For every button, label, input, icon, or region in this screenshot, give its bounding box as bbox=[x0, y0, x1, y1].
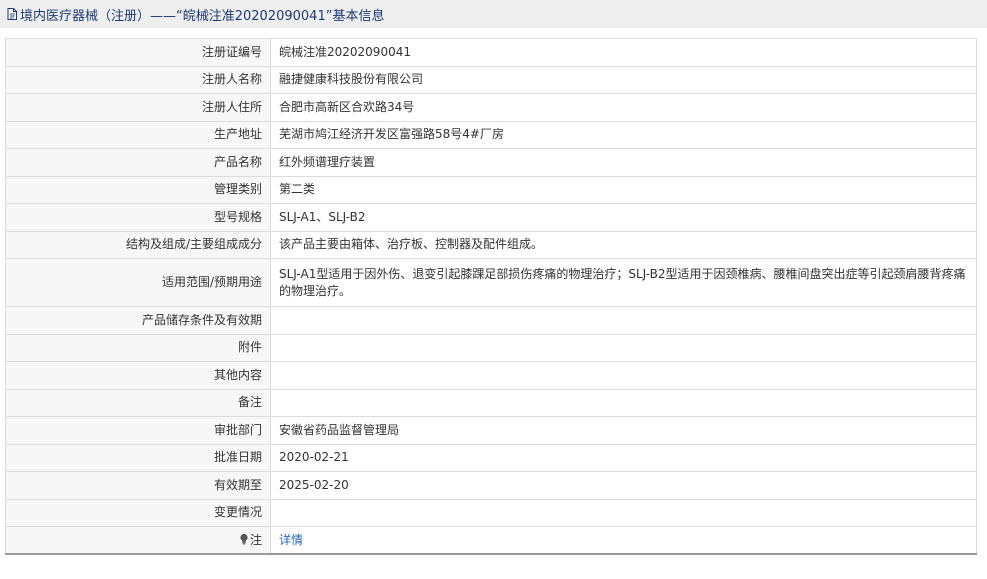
row-value bbox=[270, 333, 977, 362]
row-label: 附件 bbox=[5, 333, 271, 362]
row-value: 2020-02-21 bbox=[270, 443, 977, 472]
table-row: 审批部门 安徽省药品监督管理局 bbox=[5, 416, 977, 445]
page-title-bar: 境内医疗器械（注册）——“皖械注准20202090041”基本信息 bbox=[0, 0, 987, 28]
table-row: 结构及组成/主要组成成分 该产品主要由箱体、治疗板、控制器及配件组成。 bbox=[5, 230, 977, 259]
table-row: 附件 bbox=[5, 333, 977, 362]
note-row: 注 详情 bbox=[5, 526, 977, 555]
row-value: 融捷健康科技股份有限公司 bbox=[270, 65, 977, 94]
row-value bbox=[270, 388, 977, 417]
row-label: 注册人名称 bbox=[5, 65, 271, 94]
lightbulb-icon bbox=[239, 533, 249, 545]
row-label: 生产地址 bbox=[5, 120, 271, 149]
row-label: 有效期至 bbox=[5, 471, 271, 500]
row-value: 芜湖市鸠江经济开发区富强路58号4#厂房 bbox=[270, 120, 977, 149]
table-row: 备注 bbox=[5, 388, 977, 417]
row-value: 皖械注准20202090041 bbox=[270, 38, 977, 67]
row-label: 产品储存条件及有效期 bbox=[5, 306, 271, 335]
row-value: 第二类 bbox=[270, 175, 977, 204]
row-label: 管理类别 bbox=[5, 175, 271, 204]
row-value: 该产品主要由箱体、治疗板、控制器及配件组成。 bbox=[270, 230, 977, 259]
details-link[interactable]: 详情 bbox=[279, 533, 303, 547]
table-row: 产品储存条件及有效期 bbox=[5, 306, 977, 335]
row-value: 2025-02-20 bbox=[270, 471, 977, 500]
row-value: SLJ-A1型适用于因外伤、退变引起膝踝足部损伤疼痛的物理治疗；SLJ-B2型适… bbox=[270, 258, 977, 307]
table-row: 变更情况 bbox=[5, 498, 977, 527]
table-row: 批准日期 2020-02-21 bbox=[5, 443, 977, 472]
row-label: 备注 bbox=[5, 388, 271, 417]
row-value bbox=[270, 361, 977, 390]
row-label: 审批部门 bbox=[5, 416, 271, 445]
row-label: 型号规格 bbox=[5, 203, 271, 232]
row-value: 安徽省药品监督管理局 bbox=[270, 416, 977, 445]
table-row: 产品名称 红外频谱理疗装置 bbox=[5, 148, 977, 177]
note-value-cell: 详情 bbox=[270, 526, 977, 555]
table-row: 管理类别 第二类 bbox=[5, 175, 977, 204]
row-value: 红外频谱理疗装置 bbox=[270, 148, 977, 177]
table-row: 生产地址 芜湖市鸠江经济开发区富强路58号4#厂房 bbox=[5, 120, 977, 149]
table-row: 其他内容 bbox=[5, 361, 977, 390]
row-label: 注册人住所 bbox=[5, 93, 271, 122]
table-row: 有效期至 2025-02-20 bbox=[5, 471, 977, 500]
note-label-cell: 注 bbox=[5, 526, 271, 555]
page-title: 境内医疗器械（注册）——“皖械注准20202090041”基本信息 bbox=[20, 8, 385, 24]
row-label: 结构及组成/主要组成成分 bbox=[5, 230, 271, 259]
row-value: SLJ-A1、SLJ-B2 bbox=[270, 203, 977, 232]
row-label: 变更情况 bbox=[5, 498, 271, 527]
row-label: 产品名称 bbox=[5, 148, 271, 177]
row-value bbox=[270, 498, 977, 527]
row-label: 适用范围/预期用途 bbox=[5, 258, 271, 307]
table-row: 注册证编号 皖械注准20202090041 bbox=[5, 38, 977, 67]
row-label: 批准日期 bbox=[5, 443, 271, 472]
row-value bbox=[270, 306, 977, 335]
table-row: 注册人名称 融捷健康科技股份有限公司 bbox=[5, 65, 977, 94]
row-label: 注册证编号 bbox=[5, 38, 271, 67]
document-icon bbox=[5, 7, 19, 21]
table-row: 适用范围/预期用途 SLJ-A1型适用于因外伤、退变引起膝踝足部损伤疼痛的物理治… bbox=[5, 258, 977, 307]
note-label: 注 bbox=[249, 532, 262, 547]
row-label: 其他内容 bbox=[5, 361, 271, 390]
row-value: 合肥市高新区合欢路34号 bbox=[270, 93, 977, 122]
table-row: 注册人住所 合肥市高新区合欢路34号 bbox=[5, 93, 977, 122]
table-row: 型号规格 SLJ-A1、SLJ-B2 bbox=[5, 203, 977, 232]
info-table: 注册证编号 皖械注准20202090041 注册人名称 融捷健康科技股份有限公司… bbox=[5, 38, 977, 555]
